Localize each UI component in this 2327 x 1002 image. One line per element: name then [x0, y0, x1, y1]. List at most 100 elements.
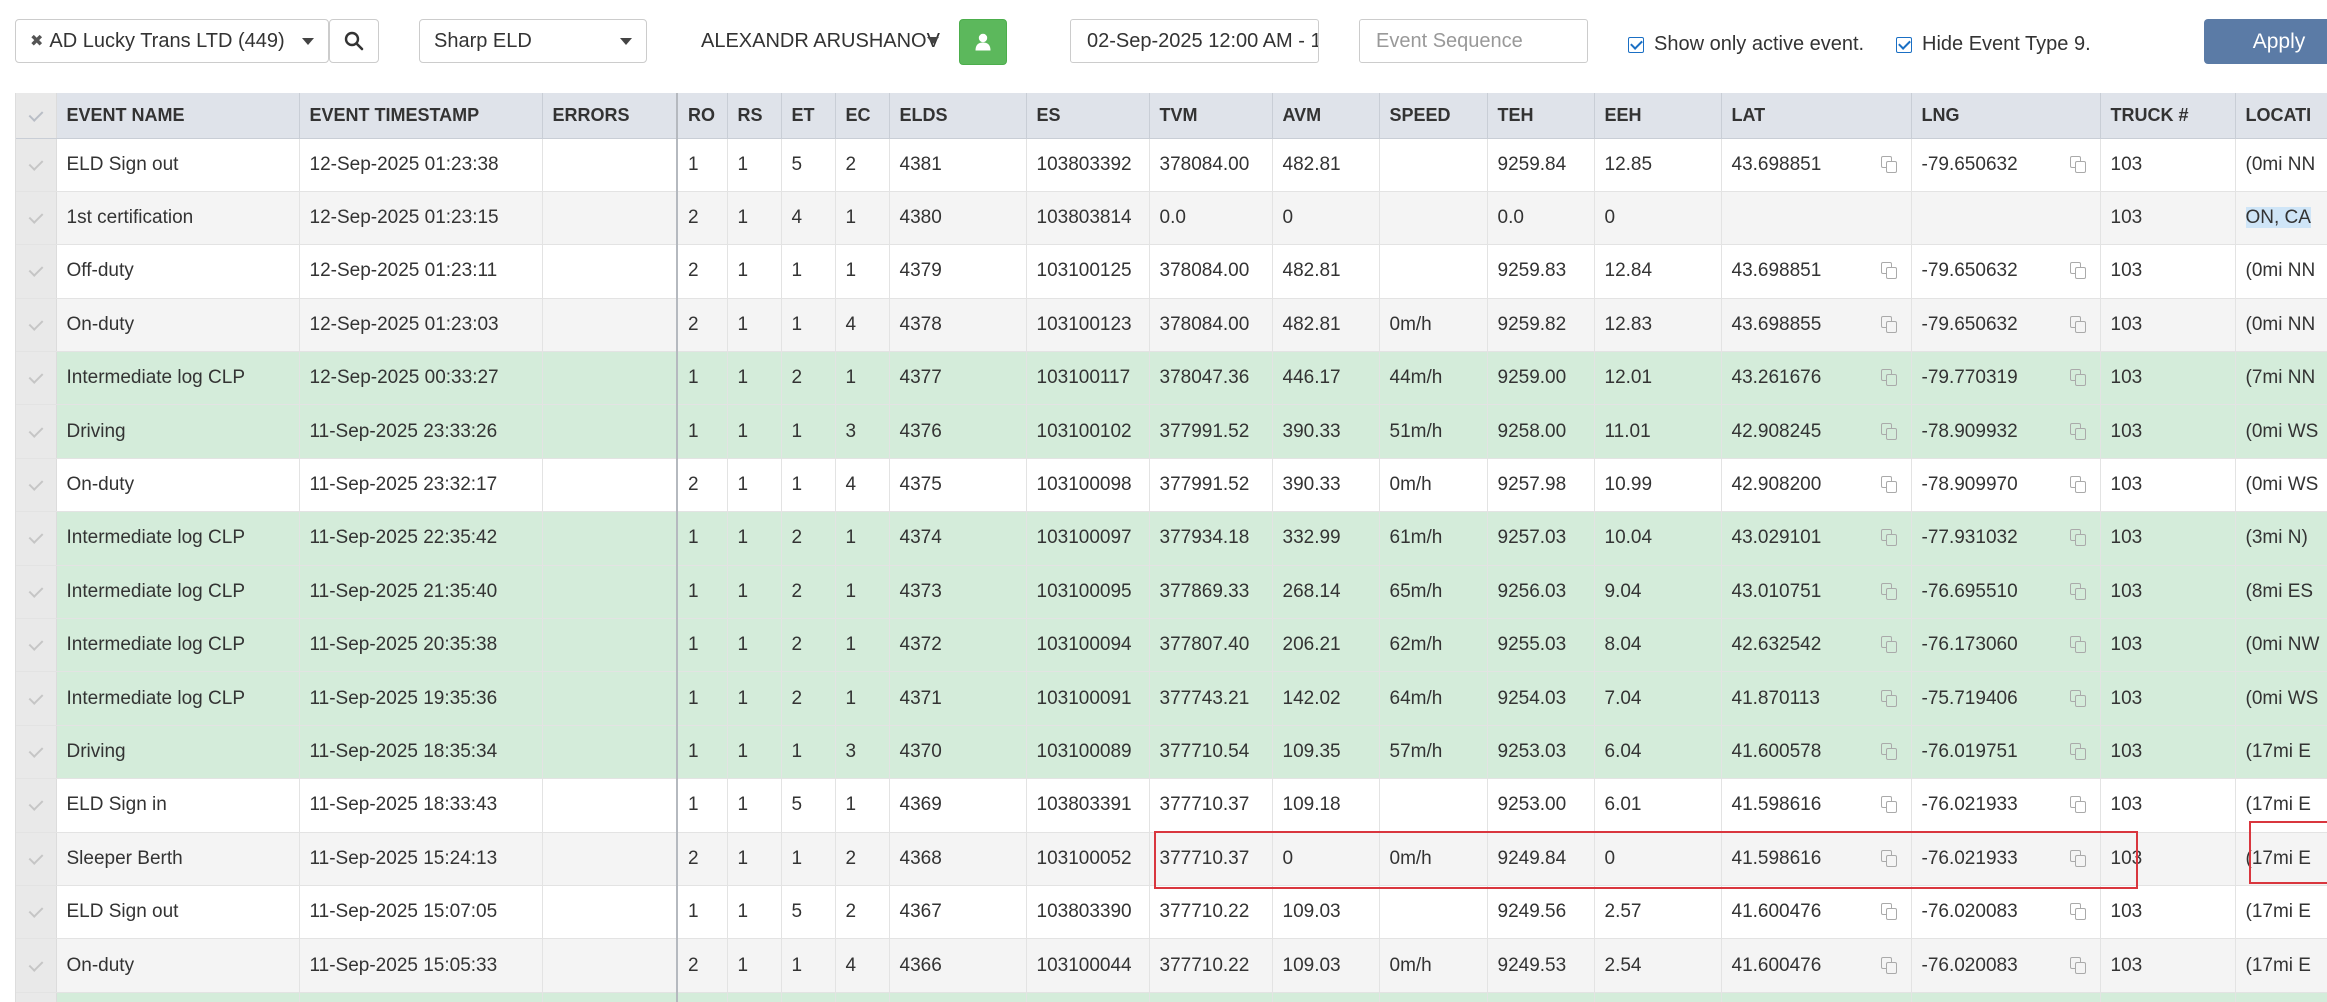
date-range-input[interactable]: 02-Sep-2025 12:00 AM - 1: [1070, 19, 1319, 63]
column-header-es[interactable]: ES: [1026, 93, 1150, 139]
copy-icon[interactable]: [1880, 315, 1899, 334]
column-header-ec[interactable]: EC: [835, 93, 890, 139]
column-header-truck[interactable]: TRUCK #: [2100, 93, 2236, 139]
copy-icon[interactable]: [1880, 849, 1899, 868]
copy-icon[interactable]: [1880, 636, 1899, 654]
column-header-lng[interactable]: LNG: [1911, 93, 2101, 139]
cell-value: 4367: [899, 901, 942, 923]
clear-icon[interactable]: ✖: [30, 31, 43, 51]
copy-icon[interactable]: [1880, 529, 1899, 547]
copy-icon[interactable]: [1880, 582, 1899, 601]
row-select-checkbox[interactable]: [16, 138, 57, 192]
column-header-event-name[interactable]: EVENT NAME: [56, 93, 300, 139]
table-row[interactable]: ELD Sign out 12-Sep-2025 01:23:38 1 1 5 2 4381…: [16, 138, 2327, 192]
table-row[interactable]: ELD Sign out 11-Sep-2025 15:07:05 1 1 5 2 4367…: [16, 885, 2327, 940]
driver-profile-button[interactable]: [959, 19, 1007, 65]
row-select-checkbox[interactable]: [16, 725, 57, 780]
table-row[interactable]: ELD Sign in 11-Sep-2025 18:33:43 1 1 5 1 4369 1…: [16, 778, 2327, 833]
copy-icon[interactable]: [2069, 582, 2088, 601]
row-select-checkbox[interactable]: [16, 671, 57, 726]
copy-icon[interactable]: [1880, 476, 1899, 494]
search-button[interactable]: [329, 19, 379, 63]
show-active-checkbox[interactable]: Show only active event.: [1628, 33, 1864, 56]
copy-icon[interactable]: [2069, 849, 2088, 868]
cell-truck: 103: [2100, 244, 2236, 299]
copy-icon[interactable]: [2069, 476, 2088, 494]
row-select-checkbox[interactable]: [16, 778, 57, 833]
column-header-et[interactable]: ET: [781, 93, 836, 139]
table-row[interactable]: 1st certification 12-Sep-2025 01:23:15 2 1 4…: [16, 191, 2327, 246]
copy-icon[interactable]: [1880, 689, 1899, 708]
row-select-checkbox[interactable]: [16, 244, 57, 299]
row-select-checkbox[interactable]: [16, 832, 57, 886]
row-select-checkbox[interactable]: [16, 351, 57, 406]
copy-icon[interactable]: [2069, 155, 2088, 174]
column-header-eeh[interactable]: EEH: [1594, 93, 1722, 139]
copy-icon[interactable]: [2069, 689, 2088, 708]
row-select-checkbox[interactable]: [16, 458, 57, 513]
copy-icon[interactable]: [1880, 369, 1899, 387]
row-select-checkbox[interactable]: [16, 511, 57, 566]
checkbox-checked-icon[interactable]: [1628, 36, 1644, 53]
copy-icon[interactable]: [2069, 315, 2088, 334]
row-select-checkbox[interactable]: [16, 565, 57, 620]
copy-icon[interactable]: [2069, 956, 2088, 975]
cell-value: 1: [688, 420, 699, 442]
table-row[interactable]: Intermediate log CLP 11-Sep-2025 21:35:40…: [16, 565, 2327, 620]
select-all-checkbox[interactable]: [16, 93, 57, 139]
column-header-tvm[interactable]: TVM: [1149, 93, 1273, 139]
row-select-checkbox[interactable]: [16, 885, 57, 940]
column-header-avm[interactable]: AVM: [1272, 93, 1380, 139]
driver-select[interactable]: ALEXANDR ARUSHANOV: [687, 19, 957, 63]
copy-icon[interactable]: [2069, 742, 2088, 761]
column-header-event-timestamp[interactable]: EVENT TIMESTAMP: [299, 93, 543, 139]
column-header-teh[interactable]: TEH: [1487, 93, 1595, 139]
row-select-checkbox[interactable]: [16, 618, 57, 673]
row-select-checkbox[interactable]: [16, 938, 57, 993]
copy-icon[interactable]: [2069, 903, 2088, 921]
copy-icon[interactable]: [1880, 956, 1899, 975]
row-select-checkbox[interactable]: [16, 992, 57, 1002]
column-header-locati[interactable]: LOCATI: [2235, 93, 2327, 139]
column-header-speed[interactable]: SPEED: [1379, 93, 1488, 139]
copy-icon[interactable]: [2069, 796, 2088, 814]
apply-button[interactable]: Apply: [2204, 19, 2327, 64]
copy-icon[interactable]: [1880, 903, 1899, 921]
hide-type9-checkbox[interactable]: Hide Event Type 9.: [1896, 33, 2091, 56]
column-header-rs[interactable]: RS: [727, 93, 782, 139]
table-row[interactable]: Intermediate log CLP 12-Sep-2025 00:33:27…: [16, 351, 2327, 406]
copy-icon[interactable]: [1880, 422, 1899, 441]
table-row[interactable]: Driving 11-Sep-2025 23:33:26 1 1 1 3 4376 10310…: [16, 404, 2327, 459]
table-row[interactable]: Intermediate log CLP 11-Sep-2025 22:35:42…: [16, 511, 2327, 566]
table-row[interactable]: Off-duty 12-Sep-2025 01:23:11 2 1 1 1 4379 1031…: [16, 244, 2327, 299]
event-sequence-input[interactable]: Event Sequence: [1359, 19, 1588, 63]
company-select[interactable]: ✖ AD Lucky Trans LTD (449): [15, 19, 329, 63]
column-header-lat[interactable]: LAT: [1721, 93, 1912, 139]
table-row[interactable]: [16, 992, 2327, 1002]
copy-icon[interactable]: [1880, 796, 1899, 814]
copy-icon[interactable]: [2069, 422, 2088, 441]
table-row[interactable]: On-duty 12-Sep-2025 01:23:03 2 1 1 4 4378 10310…: [16, 298, 2327, 353]
copy-icon[interactable]: [1880, 155, 1899, 174]
copy-icon[interactable]: [2069, 636, 2088, 654]
copy-icon[interactable]: [2069, 529, 2088, 547]
copy-icon[interactable]: [1880, 742, 1899, 761]
table-row[interactable]: On-duty 11-Sep-2025 23:32:17 2 1 1 4 4375 10310…: [16, 458, 2327, 513]
row-select-checkbox[interactable]: [16, 298, 57, 353]
table-row[interactable]: Intermediate log CLP 11-Sep-2025 19:35:36…: [16, 671, 2327, 726]
column-header-ro[interactable]: RO: [677, 93, 728, 139]
row-select-checkbox[interactable]: [16, 191, 57, 246]
row-select-checkbox[interactable]: [16, 404, 57, 459]
copy-icon[interactable]: [2069, 262, 2088, 280]
table-row[interactable]: Driving 11-Sep-2025 18:35:34 1 1 1 3 4370 10310…: [16, 725, 2327, 780]
copy-icon[interactable]: [2069, 369, 2088, 387]
column-header-errors[interactable]: ERRORS: [542, 93, 678, 139]
checkbox-checked-icon[interactable]: [1896, 36, 1912, 53]
table-row[interactable]: Intermediate log CLP 11-Sep-2025 20:35:38…: [16, 618, 2327, 673]
table-row[interactable]: Sleeper Berth 11-Sep-2025 15:24:13 2 1 1 2 436…: [16, 832, 2327, 886]
copy-icon[interactable]: [1880, 262, 1899, 280]
eld-provider-select[interactable]: Sharp ELD: [419, 19, 647, 63]
cell-value: 42.908245: [1731, 420, 1822, 442]
column-header-elds[interactable]: ELDS: [889, 93, 1027, 139]
table-row[interactable]: On-duty 11-Sep-2025 15:05:33 2 1 1 4 4366 10310…: [16, 938, 2327, 993]
